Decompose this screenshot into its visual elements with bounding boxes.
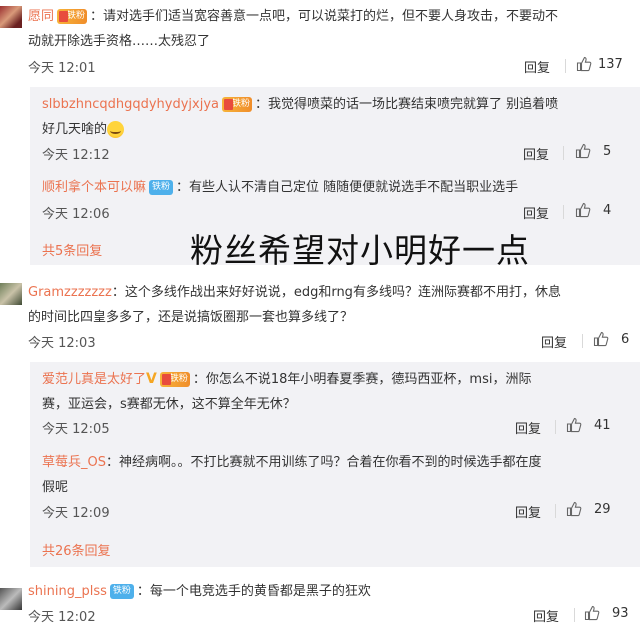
- more-replies-link[interactable]: 共5条回复: [42, 240, 102, 259]
- like-count: 93: [612, 605, 629, 621]
- reply-username[interactable]: 爱范儿真是太好了: [42, 372, 146, 387]
- reply-body: 顺利拿个本可以嘛 铁粉 ：有些人认不清自己定位 随随便便就说选手不配当职业选手: [42, 175, 634, 200]
- divider: [563, 205, 564, 219]
- reply-time: 今天 12:05: [42, 422, 110, 437]
- reply-text: ：神经病啊。。不打比赛就不用训练了吗？合着在你看不到的时候选手都在度: [106, 455, 542, 470]
- comment-text-cont: 动就开除选手资格……太残忍了: [28, 34, 211, 49]
- divider: [582, 334, 583, 348]
- comment-time: 今天 12:01: [28, 61, 96, 76]
- reply-text: ：你怎么不说18年小明春夏季赛，德玛西亚杯，msi，洲际: [192, 372, 532, 387]
- like-button[interactable]: 29: [566, 501, 611, 517]
- comment-body: shining_plss 铁粉 ：每一个电竞选手的黄昏都是黑子的狂欢: [28, 579, 638, 604]
- reply-button[interactable]: 回复: [515, 418, 541, 437]
- comment-username[interactable]: Gramzzzzzzz: [28, 285, 112, 300]
- reply-body: 爱范儿真是太好了V 铁粉 ：你怎么不说18年小明春夏季赛，德玛西亚杯，msi，洲际 …: [42, 367, 634, 417]
- like-button[interactable]: 4: [575, 202, 611, 218]
- reply-button[interactable]: 回复: [541, 332, 567, 351]
- comment-text: ：请对选手们适当宽容善意一点吧，可以说菜打的烂，但不要人身攻击，不要动不: [90, 9, 559, 24]
- reply-button[interactable]: 回复: [533, 606, 559, 625]
- reply-username[interactable]: 草莓兵_OS: [42, 455, 106, 470]
- like-count: 5: [603, 143, 612, 159]
- comment-text: ：这个多线作战出来好好说说，edg和rng有多线吗？连洲际赛都不用打，休息: [111, 285, 561, 300]
- like-count: 6: [621, 331, 630, 347]
- reply-body: slbbzhncqdhgqdyhydyjxjya 铁粉 ：我觉得喷菜的话一场比赛结束…: [42, 92, 634, 142]
- like-button[interactable]: 137: [576, 56, 623, 72]
- vip-badge: 铁粉: [57, 4, 88, 29]
- avatar[interactable]: [0, 6, 22, 28]
- comment-text: ：每一个电竞选手的黄昏都是黑子的狂欢: [136, 584, 371, 599]
- thumbs-up-icon: [575, 143, 591, 159]
- reply-time: 今天 12:09: [42, 506, 110, 521]
- like-count: 41: [594, 417, 611, 433]
- reply-button[interactable]: 回复: [523, 144, 549, 163]
- divider: [574, 608, 575, 622]
- reply-button[interactable]: 回复: [515, 502, 541, 521]
- like-button[interactable]: 93: [584, 605, 629, 621]
- thumbs-up-icon: [566, 501, 582, 517]
- thumbs-up-icon: [575, 202, 591, 218]
- reply-text-cont: 好几天啥的: [42, 122, 108, 137]
- reply-text: ：有些人认不清自己定位 随随便便就说选手不配当职业选手: [176, 180, 519, 195]
- overlay-caption: 粉丝希望对小明好一点: [190, 231, 530, 270]
- comment-username[interactable]: 愿同: [28, 9, 54, 24]
- reply-text-cont: 赛，亚运会，s赛都无休，这不算全年无休？: [42, 397, 296, 412]
- like-button[interactable]: 41: [566, 417, 611, 433]
- comment-body: 愿同 铁粉 ：请对选手们适当宽容善意一点吧，可以说菜打的烂，但不要人身攻击，不要动不…: [28, 4, 638, 54]
- thumbs-up-icon: [593, 331, 609, 347]
- divider: [565, 59, 566, 73]
- more-replies-link[interactable]: 共26条回复: [42, 540, 111, 559]
- laughing-emoji-icon: [107, 121, 125, 138]
- reply-text: ：我觉得喷菜的话一场比赛结束喷完就算了 别追着喷: [255, 97, 559, 112]
- like-count: 29: [594, 501, 611, 517]
- comment-text-cont: 的时间比四皇多多了，还是说搞饭圈那一套也算多线了？: [28, 310, 354, 325]
- comment-body: Gramzzzzzzz：这个多线作战出来好好说说，edg和rng有多线吗？连洲际…: [28, 280, 638, 330]
- reply-username[interactable]: 顺利拿个本可以嘛: [42, 180, 146, 195]
- like-count: 4: [603, 202, 612, 218]
- reply-button[interactable]: 回复: [523, 203, 549, 222]
- divider: [563, 146, 564, 160]
- vip-badge: 铁粉: [222, 92, 252, 117]
- reply-text-cont: 假呢: [42, 480, 69, 495]
- reply-username[interactable]: slbbzhncqdhgqdyhydyjxjya: [42, 97, 219, 112]
- like-button[interactable]: 5: [575, 143, 611, 159]
- divider: [555, 420, 556, 434]
- divider: [555, 504, 556, 518]
- like-button[interactable]: 6: [593, 331, 629, 347]
- reply-body: 草莓兵_OS：神经病啊。。不打比赛就不用训练了吗？合着在你看不到的时候选手都在度…: [42, 450, 634, 500]
- comment-time: 今天 12:02: [28, 610, 96, 625]
- thumbs-up-icon: [576, 56, 592, 72]
- vip-badge: 铁粉: [159, 367, 190, 392]
- thumbs-up-icon: [566, 417, 582, 433]
- fan-badge: 铁粉: [149, 175, 174, 200]
- like-count: 137: [598, 56, 623, 72]
- reply-time: 今天 12:12: [42, 148, 110, 163]
- comment-time: 今天 12:03: [28, 336, 96, 351]
- reply-button[interactable]: 回复: [524, 57, 550, 76]
- fan-badge: 铁粉: [109, 579, 134, 604]
- comment-username[interactable]: shining_plss: [28, 584, 107, 599]
- verified-v-icon: V: [146, 371, 157, 387]
- thumbs-up-icon: [584, 605, 600, 621]
- avatar[interactable]: [0, 283, 22, 305]
- reply-time: 今天 12:06: [42, 207, 110, 222]
- avatar[interactable]: [0, 588, 22, 610]
